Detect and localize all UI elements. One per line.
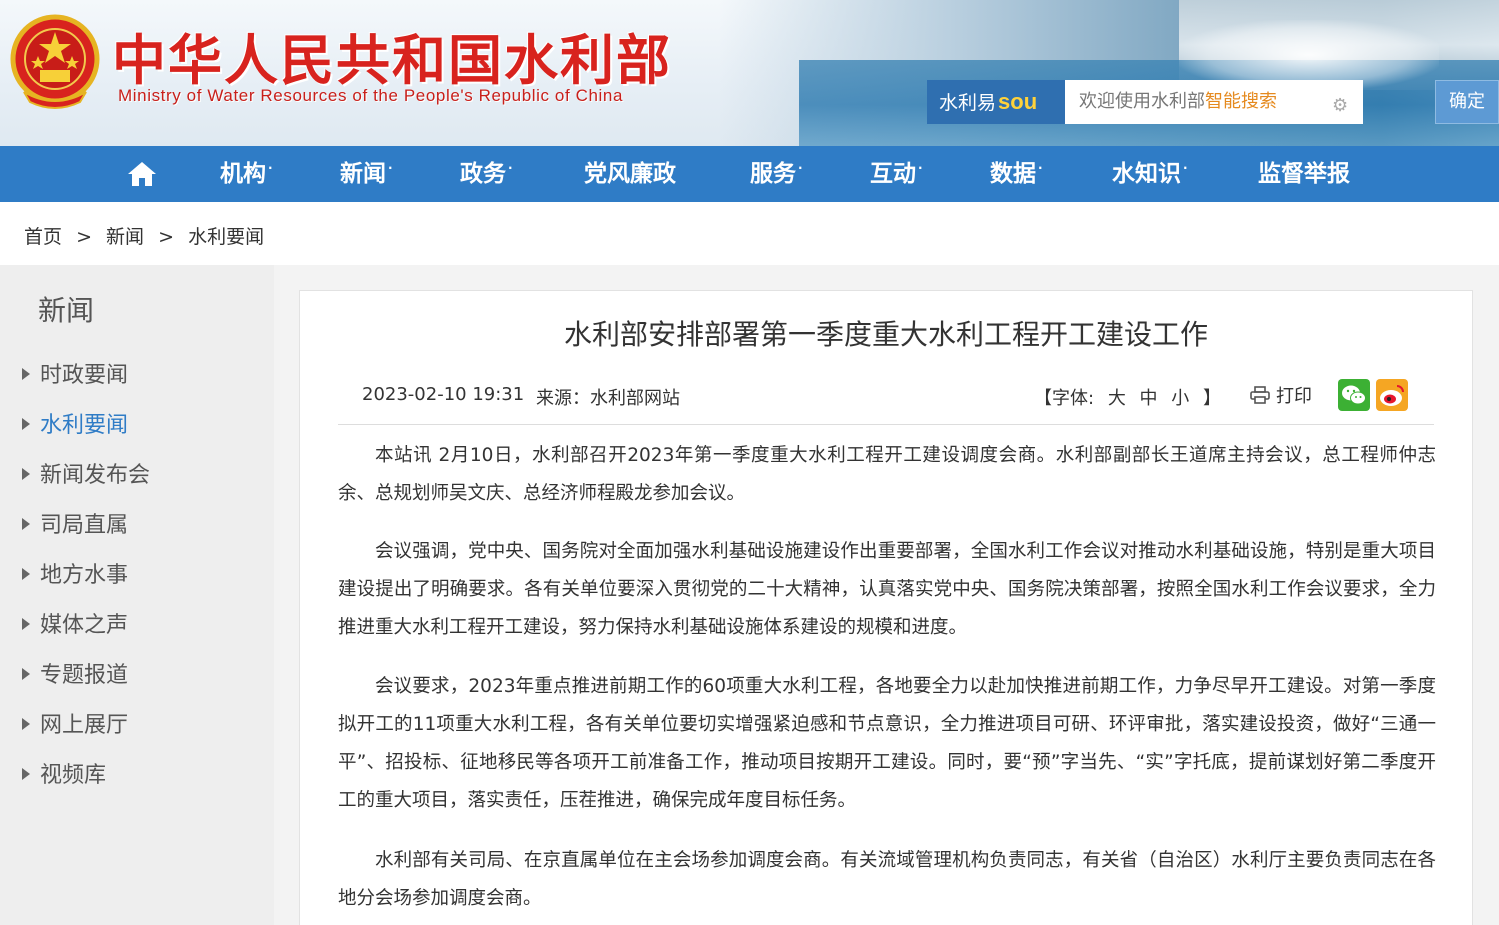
article-source: 来源：水利部网站 xyxy=(536,388,680,409)
site-subtitle: Ministry of Water Resources of the Peopl… xyxy=(118,86,624,105)
nav-item-service[interactable]: 服务 · xyxy=(750,146,803,202)
header-banner-image xyxy=(719,0,1499,146)
sidebar-item-local[interactable]: 地方水事 xyxy=(22,557,128,589)
site-header: 中华人民共和国水利部 Ministry of Water Resources o… xyxy=(0,0,1499,146)
breadcrumb-home[interactable]: 首页 xyxy=(24,226,62,248)
triangle-right-icon xyxy=(22,668,30,680)
sidebar-item-politics[interactable]: 时政要闻 xyxy=(22,357,128,389)
search-placeholder-highlight: 智能搜索 xyxy=(1205,91,1277,112)
triangle-right-icon xyxy=(22,518,30,530)
nav-item-data[interactable]: 数据 · xyxy=(990,146,1043,202)
breadcrumb-news[interactable]: 新闻 xyxy=(106,226,144,248)
wechat-icon[interactable] xyxy=(1338,379,1370,411)
sidebar-item-special[interactable]: 专题报道 xyxy=(22,657,128,689)
main-nav: 机构 · 新闻 · 政务 · 党风廉政 服务 · 互动 · 数据 · 水知识 · 监督举报 xyxy=(0,146,1499,202)
nav-item-org[interactable]: 机构 · xyxy=(220,146,273,202)
search-brand-sou: sou xyxy=(998,89,1038,114)
national-emblem-icon xyxy=(10,14,100,109)
search-input[interactable]: 欢迎使用水利部智能搜索 xyxy=(1065,80,1363,124)
article-paragraph: 水利部有关司局、在京直属单位在主会场参加调度会商。有关流域管理机构负责同志，有关… xyxy=(338,850,1436,909)
article-divider xyxy=(338,424,1434,425)
nav-item-integrity[interactable]: 党风廉政 xyxy=(584,146,676,202)
search-button[interactable]: 确定 xyxy=(1435,80,1499,124)
nav-item-water-knowledge[interactable]: 水知识 · xyxy=(1112,146,1188,202)
article-paragraph: 本站讯 2月10日，水利部召开2023年第一季度重大水利工程开工建设调度会商。水… xyxy=(338,445,1436,504)
sidebar-item-video[interactable]: 视频库 xyxy=(22,757,106,789)
search-placeholder: 欢迎使用水利部 xyxy=(1079,91,1205,112)
font-size-close: 】 xyxy=(1203,388,1222,409)
breadcrumb: 首页 > 新闻 > 水利要闻 xyxy=(24,222,272,249)
home-icon[interactable] xyxy=(127,160,157,188)
font-size-small[interactable]: 小 xyxy=(1171,388,1189,409)
weibo-icon[interactable] xyxy=(1376,379,1408,411)
nav-item-report[interactable]: 监督举报 xyxy=(1258,146,1350,202)
sidebar-item-departments[interactable]: 司局直属 xyxy=(22,507,128,539)
triangle-right-icon xyxy=(22,418,30,430)
triangle-right-icon xyxy=(22,768,30,780)
triangle-right-icon xyxy=(22,718,30,730)
article-paragraph: 会议强调，党中央、国务院对全面加强水利基础设施建设作出重要部署，全国水利工作会议… xyxy=(338,541,1436,638)
breadcrumb-separator: > xyxy=(76,226,92,248)
nav-item-news[interactable]: 新闻 · xyxy=(340,146,393,202)
site-title[interactable]: 中华人民共和国水利部 xyxy=(112,16,672,95)
print-label: 打印 xyxy=(1276,386,1312,407)
sidebar: 新闻 时政要闻 水利要闻 新闻发布会 司局直属 地方水事 媒体之声 专题报道 网… xyxy=(0,265,274,925)
sidebar-title: 新闻 xyxy=(38,294,95,327)
search-bar: 水利易sou 欢迎使用水利部智能搜索 ⚙ 确定 xyxy=(927,80,1499,124)
sidebar-item-press-conference[interactable]: 新闻发布会 xyxy=(22,457,150,489)
article-paragraph: 会议要求，2023年重点推进前期工作的60项重大水利工程，各地要全力以赴加快推进… xyxy=(338,676,1436,811)
breadcrumb-separator: > xyxy=(158,226,175,248)
printer-icon xyxy=(1250,386,1270,404)
sidebar-item-water-news[interactable]: 水利要闻 xyxy=(22,407,128,439)
article-date: 2023-02-10 19:31 xyxy=(362,384,525,405)
triangle-right-icon xyxy=(22,468,30,480)
breadcrumb-current[interactable]: 水利要闻 xyxy=(188,226,264,248)
triangle-right-icon xyxy=(22,618,30,630)
sidebar-item-media[interactable]: 媒体之声 xyxy=(22,607,128,639)
print-button[interactable]: 打印 xyxy=(1250,382,1312,408)
font-size-medium[interactable]: 中 xyxy=(1140,388,1158,409)
font-size-large[interactable]: 大 xyxy=(1108,388,1126,409)
article-title: 水利部安排部署第一季度重大水利工程开工建设工作 xyxy=(563,318,1208,351)
nav-item-interaction[interactable]: 互动 · xyxy=(870,146,923,202)
font-size-control: 【字体: 大 中 小 】 xyxy=(1034,384,1229,410)
font-size-label: 【字体: xyxy=(1034,388,1095,409)
triangle-right-icon xyxy=(22,568,30,580)
triangle-right-icon xyxy=(22,368,30,380)
sidebar-item-exhibition[interactable]: 网上展厅 xyxy=(22,707,128,739)
nav-item-gov-affairs[interactable]: 政务 · xyxy=(460,146,513,202)
gear-icon[interactable]: ⚙ xyxy=(1332,96,1352,116)
search-brand: 水利易sou xyxy=(927,80,1065,124)
article: 水利部安排部署第一季度重大水利工程开工建设工作 2023-02-10 19:31… xyxy=(299,290,1473,925)
search-brand-label: 水利易 xyxy=(939,92,997,114)
